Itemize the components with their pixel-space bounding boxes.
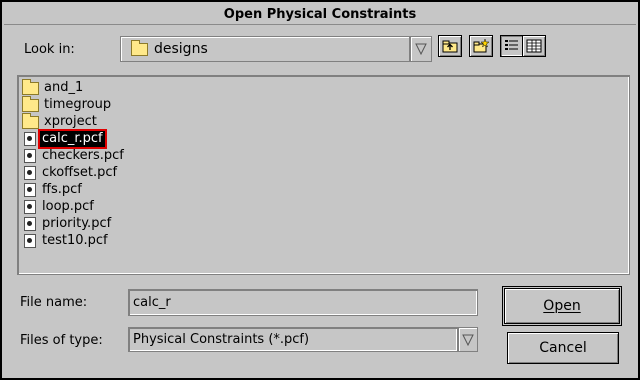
folder-icon [22, 95, 39, 112]
list-item-label: priority.pcf [42, 216, 112, 231]
folder-icon [22, 78, 39, 95]
list-item-file-selected[interactable]: calc_r.pcf [22, 129, 107, 149]
look-in-combo[interactable]: designs [120, 36, 410, 62]
folder-icon [22, 112, 39, 129]
list-item-label: timegroup [44, 97, 112, 112]
file-icon [24, 234, 36, 248]
file-icon [24, 166, 36, 180]
files-of-type-dropdown-button[interactable] [458, 327, 478, 352]
file-icon [24, 183, 36, 197]
chevron-down-icon [462, 334, 474, 346]
list-item-file[interactable]: loop.pcf [22, 199, 96, 215]
files-of-type-label: Files of type: [20, 333, 103, 348]
dialog-title: Open Physical Constraints [4, 4, 636, 25]
details-view-icon [526, 39, 542, 53]
list-item-label: calc_r.pcf [38, 129, 107, 149]
list-item-folder[interactable]: timegroup [22, 95, 113, 113]
file-icon [24, 132, 36, 146]
look-in-value: designs [154, 41, 208, 57]
open-physical-constraints-dialog: Open Physical Constraints Look in: desig… [0, 0, 640, 380]
look-in-label: Look in: [24, 42, 75, 57]
file-list[interactable]: and_1 timegroup xproject calc_r.pcf chec… [17, 75, 630, 275]
list-view-icon [505, 40, 518, 50]
open-button[interactable]: Open [502, 286, 622, 326]
list-item-file[interactable]: priority.pcf [22, 216, 113, 232]
files-of-type-select[interactable]: Physical Constraints (*.pcf) [128, 327, 458, 352]
list-item-file[interactable]: test10.pcf [22, 233, 110, 249]
cancel-button[interactable]: Cancel [507, 332, 619, 364]
create-new-folder-icon [473, 39, 489, 53]
file-icon [24, 217, 36, 231]
list-item-label: checkers.pcf [42, 148, 124, 163]
up-one-level-icon [442, 40, 458, 53]
open-button-label: Open [543, 298, 581, 314]
list-view-button[interactable] [500, 35, 524, 57]
chevron-down-icon [415, 43, 427, 55]
list-item-label: and_1 [44, 80, 84, 95]
list-item-label: test10.pcf [42, 233, 108, 248]
file-name-value: calc_r [133, 295, 171, 310]
folder-icon [131, 39, 148, 56]
list-item-label: loop.pcf [42, 199, 94, 214]
list-item-label: ffs.pcf [42, 182, 82, 197]
cancel-button-label: Cancel [539, 340, 587, 356]
file-name-input[interactable]: calc_r [128, 289, 478, 316]
list-item-file[interactable]: ckoffset.pcf [22, 165, 119, 181]
list-item-folder[interactable]: and_1 [22, 78, 85, 96]
list-item-label: xproject [44, 114, 97, 129]
look-in-dropdown-button[interactable] [410, 36, 432, 62]
up-one-level-button[interactable] [438, 35, 462, 57]
file-icon [24, 149, 36, 163]
list-item-file[interactable]: checkers.pcf [22, 148, 126, 164]
create-new-folder-button[interactable] [469, 35, 493, 57]
details-view-button[interactable] [522, 35, 546, 57]
files-of-type-value: Physical Constraints (*.pcf) [133, 332, 310, 347]
list-item-label: ckoffset.pcf [42, 165, 118, 180]
file-name-label: File name: [20, 295, 88, 310]
list-item-folder[interactable]: xproject [22, 112, 99, 130]
list-item-file[interactable]: ffs.pcf [22, 182, 84, 198]
file-icon [24, 200, 36, 214]
